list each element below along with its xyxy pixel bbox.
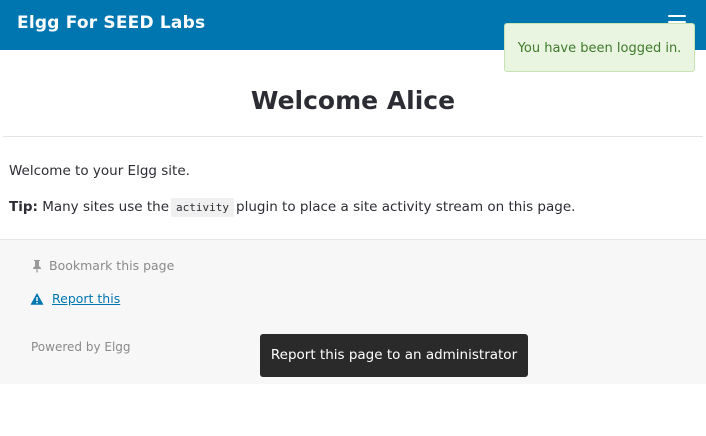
title-divider (3, 136, 703, 137)
plugin-code: activity (171, 198, 234, 217)
site-title[interactable]: Elgg For SEED Labs (17, 12, 205, 34)
bookmark-page-button[interactable]: Bookmark this page (30, 258, 174, 274)
push-pin-icon (33, 260, 41, 273)
bookmark-label: Bookmark this page (49, 258, 175, 273)
tip-paragraph: Tip: Many sites use the activity plugin to… (9, 197, 575, 218)
warning-icon (30, 293, 44, 305)
page-title: Welcome Alice (250, 86, 456, 115)
intro-text: Welcome to your Elgg site. (9, 163, 190, 179)
tip-text-after: plugin to place a site activity stream o… (236, 199, 576, 215)
tip-label: Tip: (9, 199, 38, 215)
powered-by-link[interactable]: Powered by Elgg (31, 339, 131, 355)
report-this-link[interactable]: Report this (30, 291, 120, 307)
report-link-label[interactable]: Report this (52, 291, 120, 307)
report-tooltip: Report this page to an administrator (260, 334, 528, 377)
success-message[interactable]: You have been logged in. (504, 23, 695, 72)
tip-text-before: Many sites use the (42, 199, 170, 215)
